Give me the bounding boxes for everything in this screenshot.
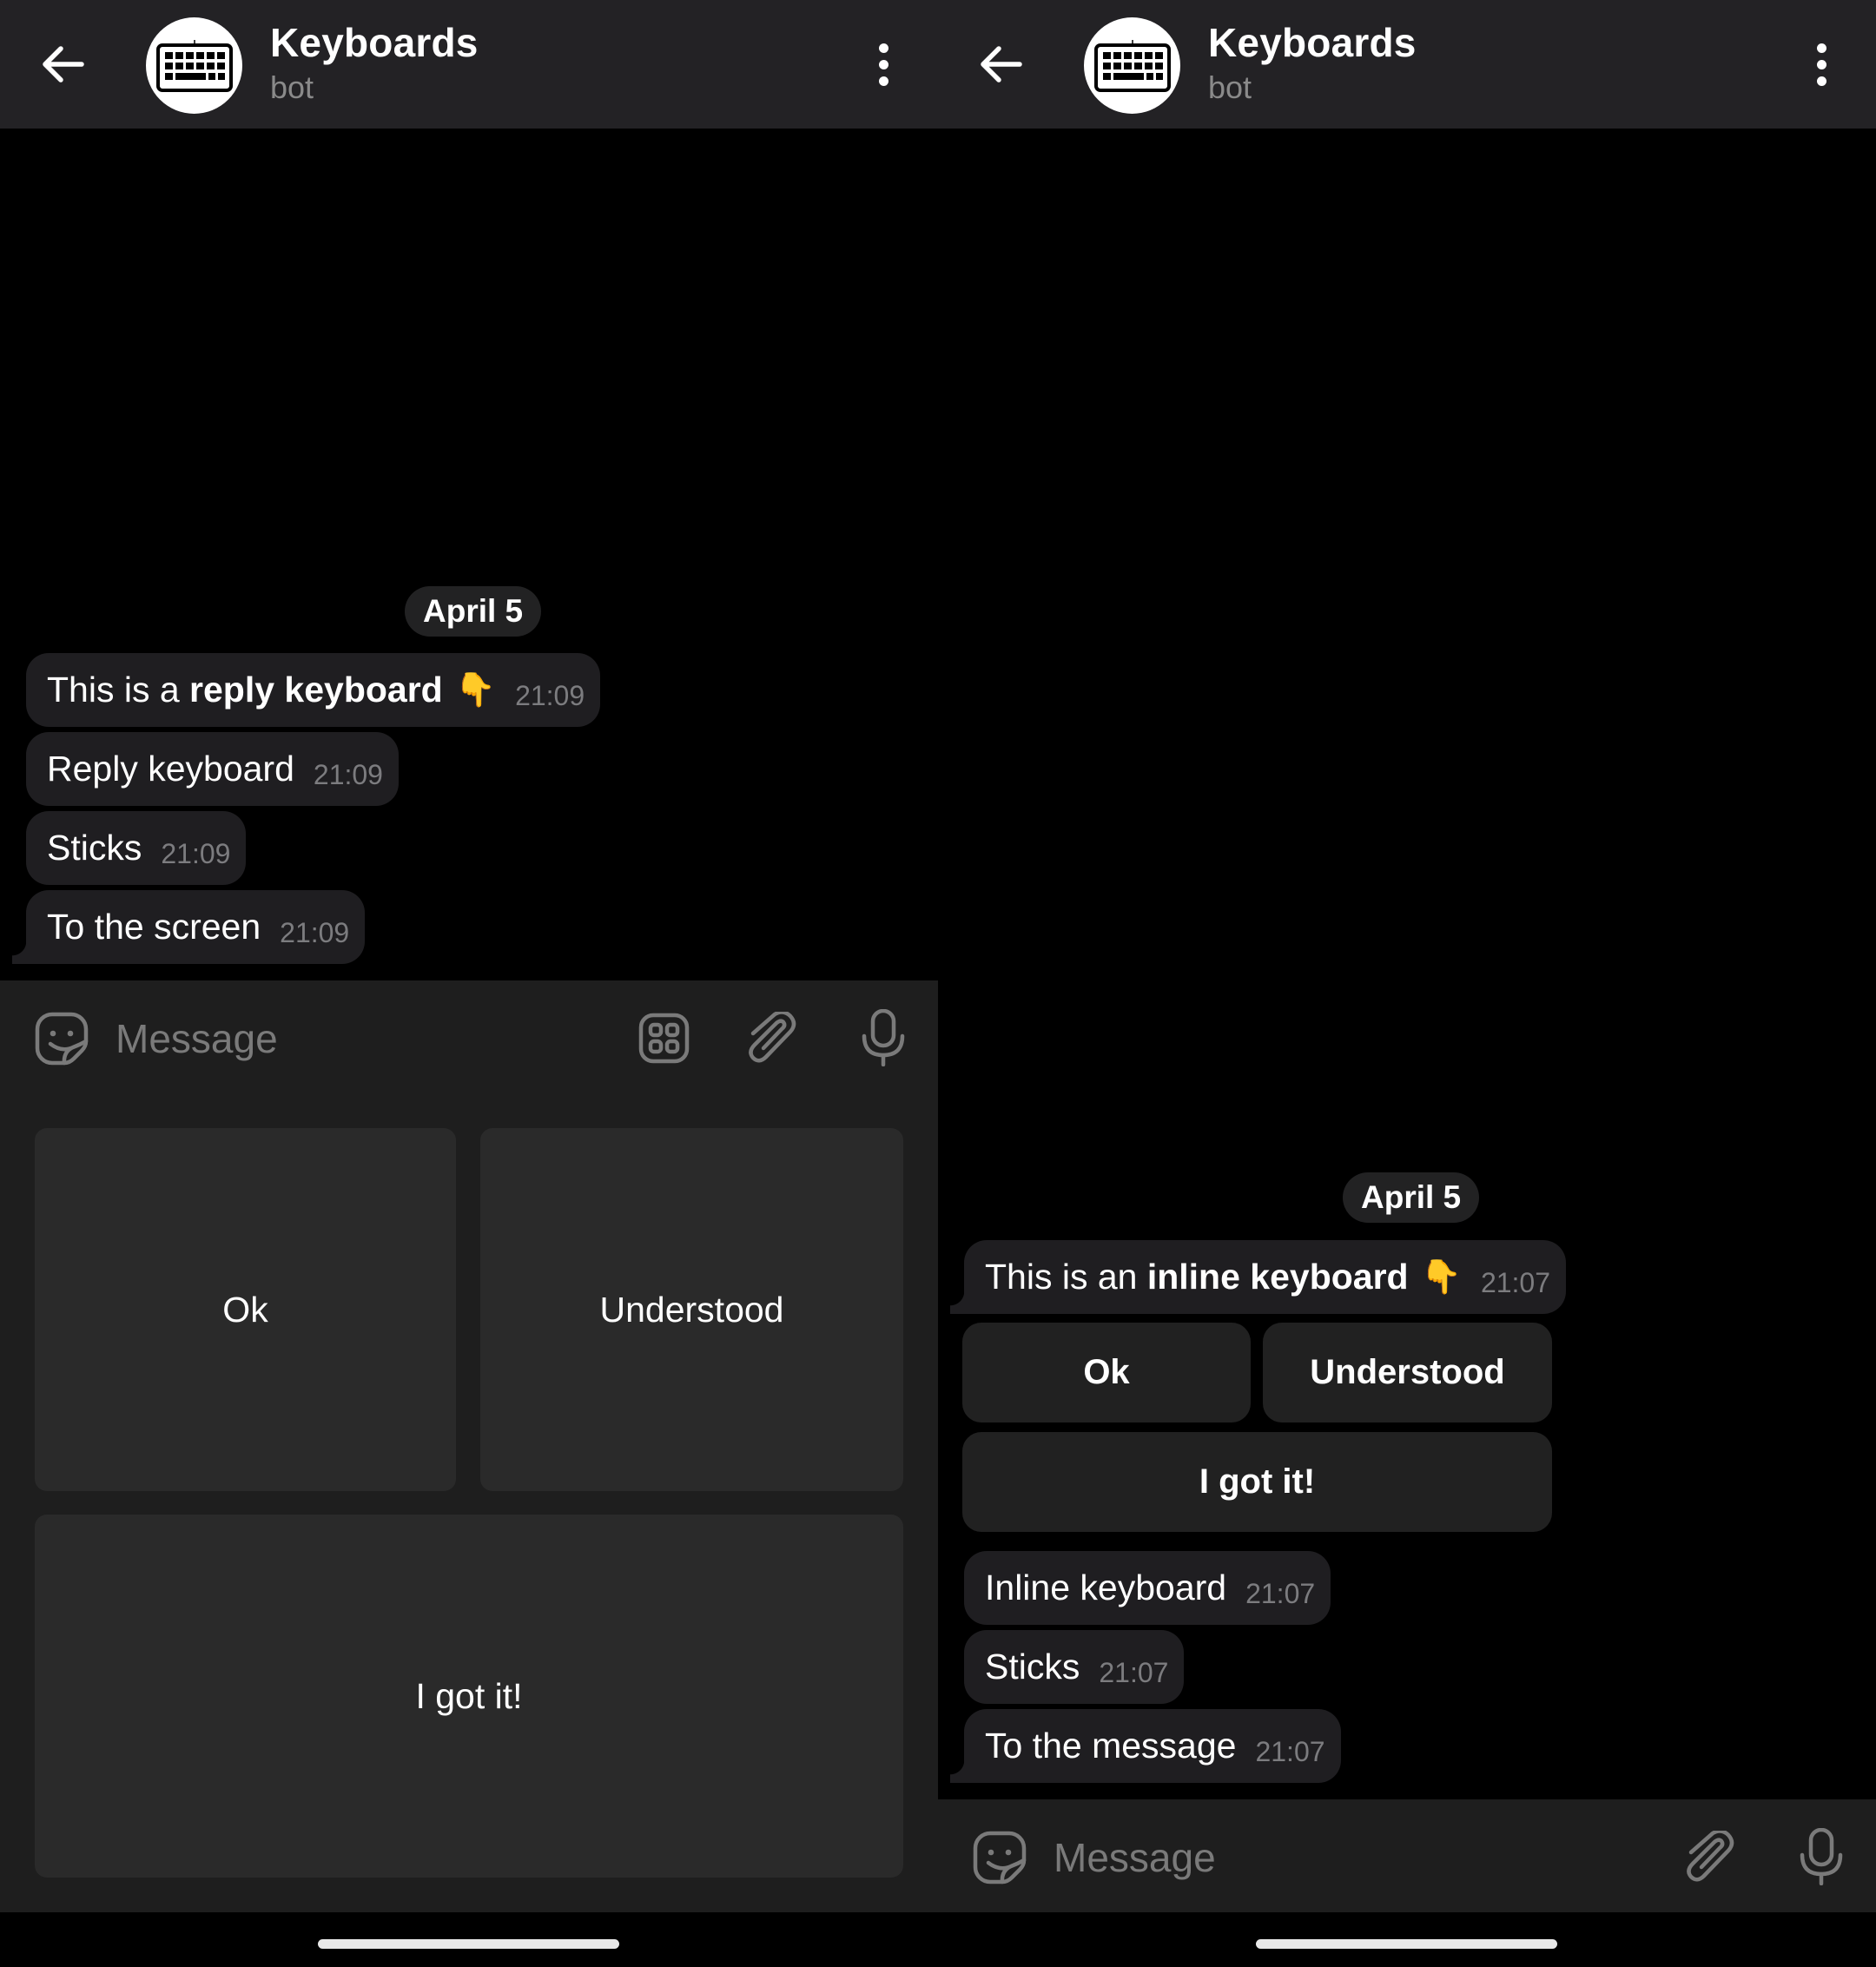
message-time: 21:07 [1480,1267,1551,1298]
inline-keyboard-button[interactable]: I got it! [962,1432,1552,1532]
sticker-button[interactable] [35,1012,89,1066]
more-options-button[interactable] [866,43,901,87]
more-vertical-icon-dot [1817,60,1826,69]
message-time: 21:09 [515,680,585,711]
back-button[interactable] [976,42,1025,87]
chat-title[interactable]: Keyboards [270,19,479,66]
message-text: This is an inline keyboard [985,1257,1409,1297]
date-separator: April 5 [405,586,542,637]
message-time: 21:09 [161,838,231,869]
more-vertical-icon [879,43,888,53]
more-options-button[interactable] [1804,43,1839,87]
composer-panel [938,1799,1876,1912]
message-text: Sticks [47,828,142,868]
message-text-plain: This is an [985,1257,1147,1297]
reply-keyboard-chat-pane: Keyboards bot April 5 This is a reply ke… [0,0,938,1967]
message-bubble[interactable]: Sticks 21:09 [26,811,247,885]
home-indicator[interactable] [1256,1939,1557,1949]
bot-avatar[interactable] [146,17,242,114]
message-text: This is a reply keyboard [47,670,443,710]
sticker-icon [35,1012,89,1066]
chat-header: Keyboards bot [0,0,938,129]
message-input[interactable] [1054,1832,1540,1884]
back-button[interactable] [38,42,87,87]
date-separator: April 5 [1343,1172,1480,1223]
message-time: 21:07 [1255,1736,1325,1767]
reply-keyboard-button[interactable]: Ok [35,1128,456,1491]
pointing-down-emoji-icon: 👇 [454,671,497,709]
inline-keyboard-button[interactable]: Understood [1263,1323,1552,1422]
arrow-left-icon [981,46,1022,83]
keyboard-toggle-icon [638,1013,690,1064]
reply-keyboard-button[interactable]: I got it! [35,1515,903,1878]
keyboard-icon [155,39,233,92]
more-vertical-icon-dot [879,60,888,69]
chat-subtitle: bot [270,69,314,105]
message-text-bold: reply keyboard [189,670,443,710]
message-time: 21:09 [313,759,383,790]
attach-button[interactable] [1687,1829,1737,1883]
paperclip-icon [749,1010,796,1063]
pointing-down-emoji-icon: 👇 [1420,1258,1462,1296]
keyboard-toggle-button[interactable] [638,1013,690,1064]
chat-subtitle: bot [1208,69,1252,105]
microphone-icon [1800,1827,1843,1886]
message-time: 21:07 [1245,1578,1316,1609]
composer-row [0,980,938,1093]
message-bubble[interactable]: To the message 21:07 [950,1709,1341,1783]
arrow-left-icon [43,46,84,83]
message-input[interactable] [116,1013,602,1065]
message-text: Inline keyboard [985,1568,1227,1607]
composer-panel: Ok Understood I got it! [0,980,938,1912]
message-bubble[interactable]: Inline keyboard 21:07 [964,1551,1331,1625]
inline-keyboard-button[interactable]: Ok [962,1323,1251,1422]
sticker-icon [973,1831,1027,1884]
message-time: 21:09 [280,917,350,948]
more-vertical-icon-dot [879,76,888,86]
keyboard-icon [1093,39,1171,92]
more-vertical-icon [1817,43,1826,53]
composer-row [938,1799,1876,1912]
message-bubble[interactable]: This is an inline keyboard 👇 21:07 [949,1240,1567,1314]
microphone-icon [862,1008,905,1067]
attach-button[interactable] [749,1010,799,1064]
message-text: To the message [985,1726,1237,1766]
voice-record-button[interactable] [1800,1827,1843,1886]
message-text-plain: This is a [47,670,190,710]
voice-record-button[interactable] [862,1008,905,1067]
message-bubble[interactable]: Reply keyboard 21:09 [26,732,399,806]
message-text: Reply keyboard [47,749,294,789]
message-bubble[interactable]: This is a reply keyboard 👇 21:09 [26,653,601,727]
inline-keyboard-chat-pane: Keyboards bot April 5 This is an inline … [938,0,1876,1967]
paperclip-icon [1687,1829,1734,1882]
message-text: Sticks [985,1647,1080,1686]
message-text: To the screen [47,907,261,947]
reply-keyboard-button[interactable]: Understood [480,1128,903,1491]
more-vertical-icon-dot [1817,76,1826,86]
chat-header: Keyboards bot [938,0,1876,129]
chat-title[interactable]: Keyboards [1208,19,1417,66]
sticker-button[interactable] [973,1831,1027,1884]
message-time: 21:07 [1099,1657,1169,1688]
bot-avatar[interactable] [1084,17,1180,114]
message-bubble[interactable]: To the screen 21:09 [11,890,366,964]
message-bubble[interactable]: Sticks 21:07 [964,1630,1185,1704]
message-text-bold: inline keyboard [1146,1257,1409,1297]
home-indicator[interactable] [318,1939,619,1949]
